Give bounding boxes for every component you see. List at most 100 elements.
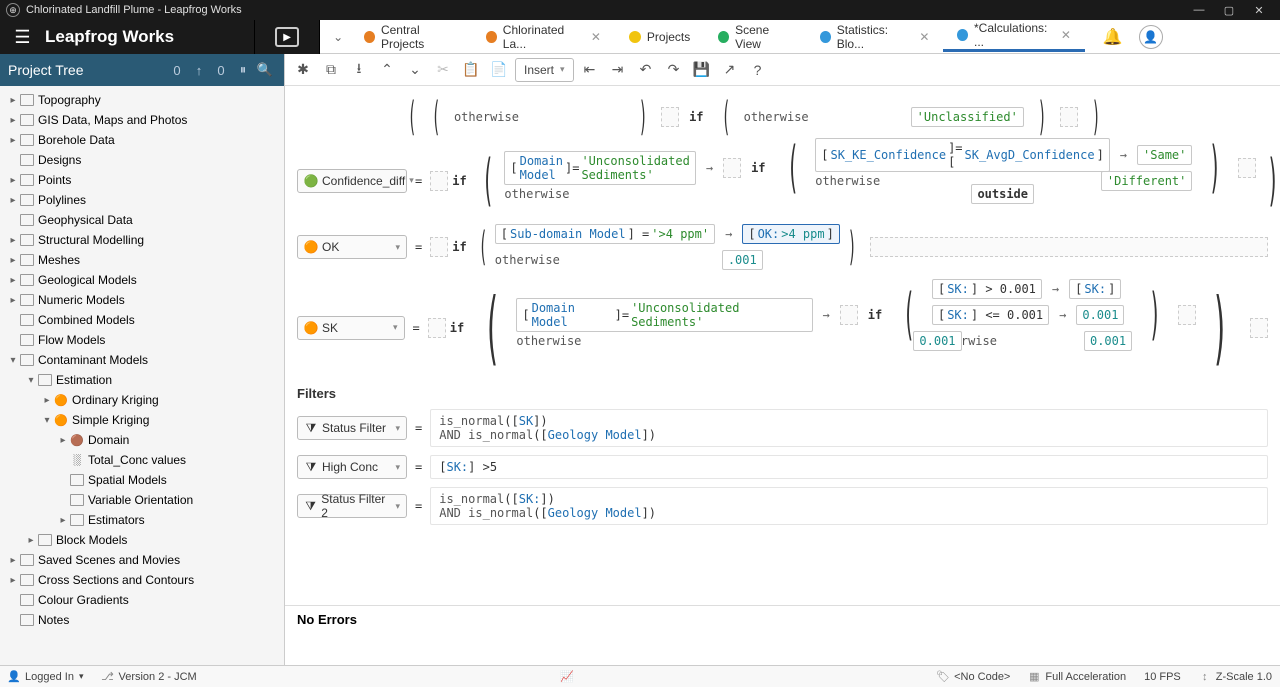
tab-close-icon[interactable]: ✕	[919, 30, 929, 44]
new-icon[interactable]: ✱	[291, 58, 315, 82]
tree-item-meshes[interactable]: ▸Meshes	[0, 250, 284, 270]
expand-icon[interactable]: ▾	[24, 375, 38, 386]
slot[interactable]	[661, 107, 679, 127]
cond-token[interactable]: [Sub-domain Model] = '>4 ppm'	[495, 224, 715, 244]
tree-item-gis-data-maps-and-photos[interactable]: ▸GIS Data, Maps and Photos	[0, 110, 284, 130]
tree-item-variable-orientation[interactable]: Variable Orientation	[0, 490, 284, 510]
filter-expression[interactable]: is_normal([SK:]) AND is_normal([Geology …	[430, 487, 1268, 525]
expand-icon[interactable]: ▸	[6, 95, 20, 106]
cond-token[interactable]: [Domain Model]= 'Unconsolidated Sediment…	[504, 151, 695, 185]
tab-scene-view[interactable]: Scene View	[704, 22, 806, 52]
filter-expression[interactable]: [SK:] >5	[430, 455, 1268, 479]
tab-close-icon[interactable]: ✕	[591, 30, 601, 44]
var-confidence-diff[interactable]: 🟢 Confidence_diff ▾	[297, 169, 407, 193]
tree-item-saved-scenes-and-movies[interactable]: ▸Saved Scenes and Movies	[0, 550, 284, 570]
tree-item-simple-kriging[interactable]: ▾🟠Simple Kriging	[0, 410, 284, 430]
tree-item-total-conc-values[interactable]: ░Total_Conc values	[0, 450, 284, 470]
outdent-icon[interactable]: ⇤	[578, 58, 602, 82]
expand-icon[interactable]: ▸	[6, 255, 20, 266]
errors-panel[interactable]: No Errors	[285, 605, 1280, 665]
expand-icon[interactable]: ▸	[56, 435, 70, 446]
slot[interactable]	[840, 305, 858, 325]
slot[interactable]	[723, 158, 741, 178]
slot[interactable]	[870, 237, 1268, 257]
expand-icon[interactable]: ▸	[6, 115, 20, 126]
tree-item-combined-models[interactable]: Combined Models	[0, 310, 284, 330]
var-ok[interactable]: 🟠 OK ▾	[297, 235, 407, 259]
tab-chlorinated-la-[interactable]: Chlorinated La...✕	[472, 22, 615, 52]
expand-icon[interactable]: ▸	[6, 235, 20, 246]
filter-name[interactable]: ⧩Status Filter▾	[297, 416, 407, 440]
help-icon[interactable]: ?	[746, 58, 770, 82]
expand-icon[interactable]: ▸	[40, 395, 54, 406]
maximize-button[interactable]: ▢	[1214, 4, 1244, 17]
expand-icon[interactable]: ▸	[6, 275, 20, 286]
expand-icon[interactable]: ▸	[6, 575, 20, 586]
tab-statistics-blo-[interactable]: Statistics: Blo...✕	[806, 22, 943, 52]
up-arrow-icon[interactable]: ↑	[188, 63, 210, 78]
expand-icon[interactable]: ▸	[6, 175, 20, 186]
tree-item-colour-gradients[interactable]: Colour Gradients	[0, 590, 284, 610]
filter-name[interactable]: ⧩Status Filter 2▾	[297, 494, 407, 518]
expand-icon[interactable]: ▾	[6, 355, 20, 366]
export-icon[interactable]: ↗	[718, 58, 742, 82]
play-button[interactable]: ▶	[255, 20, 320, 54]
expand-down-icon[interactable]: ⌄	[403, 58, 427, 82]
paste-icon[interactable]: 📄	[487, 58, 511, 82]
cond-token[interactable]: [SK_KE_Confidence]= [SK_AvgD_Confidence]	[815, 138, 1110, 172]
expand-icon[interactable]: ▸	[6, 135, 20, 146]
tree-item-cross-sections-and-contours[interactable]: ▸Cross Sections and Contours	[0, 570, 284, 590]
indent-icon[interactable]: ⇥	[606, 58, 630, 82]
tree-item-geophysical-data[interactable]: Geophysical Data	[0, 210, 284, 230]
undo-icon[interactable]: ↶	[634, 58, 658, 82]
tree-item-flow-models[interactable]: Flow Models	[0, 330, 284, 350]
code-label[interactable]: 🏷<No Code>	[937, 671, 1010, 683]
tree-item-designs[interactable]: Designs	[0, 150, 284, 170]
tree-item-notes[interactable]: Notes	[0, 610, 284, 630]
expand-icon[interactable]: ▸	[6, 195, 20, 206]
tree-item-points[interactable]: ▸Points	[0, 170, 284, 190]
tree-item-spatial-models[interactable]: Spatial Models	[0, 470, 284, 490]
slot[interactable]	[1238, 158, 1256, 178]
tab--calculations-[interactable]: *Calculations: ...✕	[943, 22, 1085, 52]
result-token[interactable]: [SK:]	[1069, 279, 1121, 299]
cond-token[interactable]: [Domain Model]= 'Unconsolidated Sediment…	[516, 298, 812, 332]
tab-close-icon[interactable]: ✕	[1061, 28, 1071, 42]
expand-icon[interactable]: ▾	[40, 415, 54, 426]
cond-token[interactable]: [SK:] > 0.001	[932, 279, 1042, 299]
user-avatar-icon[interactable]: 👤	[1139, 25, 1163, 49]
tree-item-numeric-models[interactable]: ▸Numeric Models	[0, 290, 284, 310]
slot[interactable]	[430, 237, 448, 257]
calc-area[interactable]: ( ( otherwise ) if ( otherwise 'Unclassi…	[285, 86, 1280, 605]
slot[interactable]	[430, 171, 448, 191]
pause-icon[interactable]: ⏸	[232, 62, 254, 78]
result-token[interactable]: [OK: >4 ppm]	[742, 224, 840, 244]
download-icon[interactable]: ⭳	[347, 58, 371, 82]
tree-item-contaminant-models[interactable]: ▾Contaminant Models	[0, 350, 284, 370]
copy2-icon[interactable]: 📋	[459, 58, 483, 82]
expand-icon[interactable]: ▸	[6, 555, 20, 566]
search-icon[interactable]: 🔍	[254, 62, 276, 78]
expand-icon[interactable]: ▸	[6, 295, 20, 306]
var-sk[interactable]: 🟠 SK ▾	[297, 316, 405, 340]
save-icon[interactable]: 💾	[690, 58, 714, 82]
tree-item-geological-models[interactable]: ▸Geological Models	[0, 270, 284, 290]
expand-icon[interactable]: ▸	[56, 515, 70, 526]
tree-item-topography[interactable]: ▸Topography	[0, 90, 284, 110]
slot[interactable]	[428, 318, 446, 338]
tree-item-polylines[interactable]: ▸Polylines	[0, 190, 284, 210]
slot[interactable]	[1250, 318, 1268, 338]
insert-button[interactable]: Insert ▾	[515, 58, 574, 82]
expand-icon[interactable]: ▸	[24, 535, 38, 546]
tree-item-estimation[interactable]: ▾Estimation	[0, 370, 284, 390]
tab-central-projects[interactable]: Central Projects	[350, 22, 472, 52]
project-tree[interactable]: ▸Topography▸GIS Data, Maps and Photos▸Bo…	[0, 86, 284, 665]
slot[interactable]	[1060, 107, 1078, 127]
copy-icon[interactable]: ⧉	[319, 58, 343, 82]
tab-dropdown[interactable]: ⌄	[326, 30, 350, 44]
menu-button[interactable]: ☰	[0, 20, 45, 54]
slot[interactable]	[1178, 305, 1196, 325]
redo-icon[interactable]: ↷	[662, 58, 686, 82]
tree-item-borehole-data[interactable]: ▸Borehole Data	[0, 130, 284, 150]
cond-token[interactable]: [SK:] <= 0.001	[932, 305, 1049, 325]
